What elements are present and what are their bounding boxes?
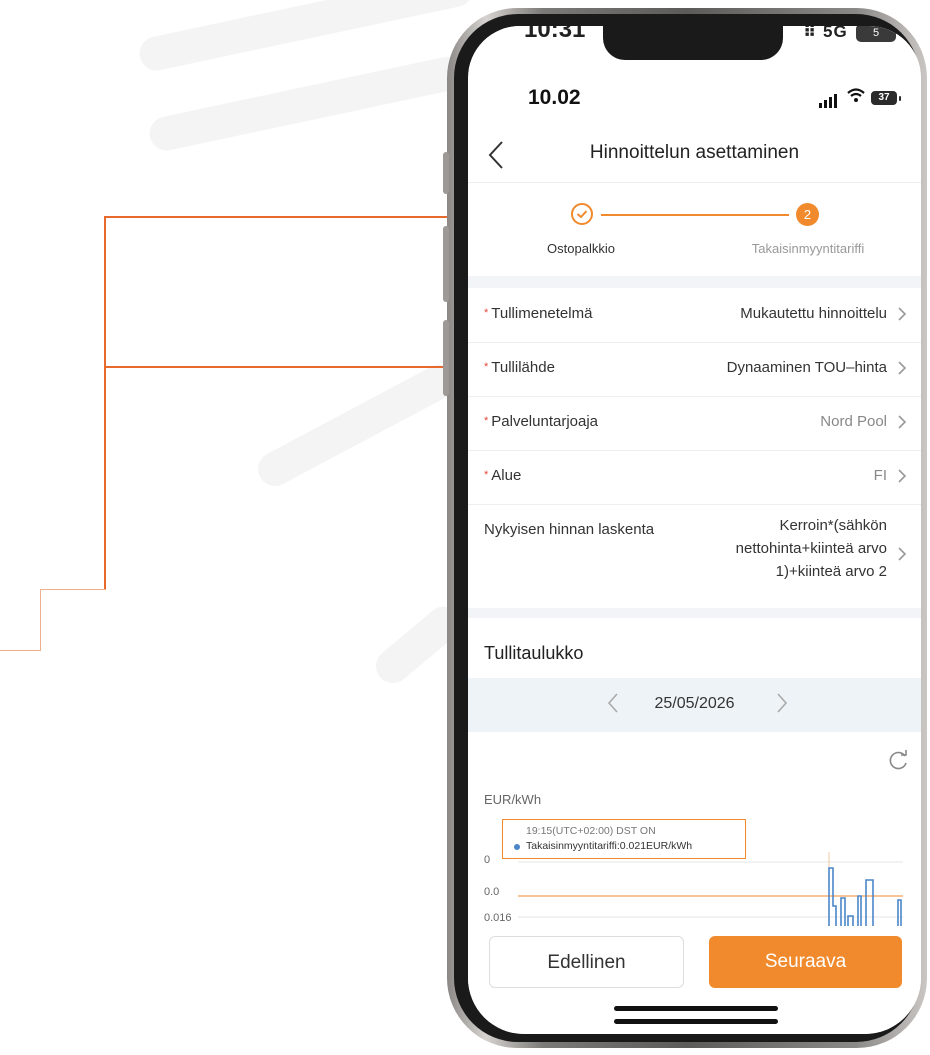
chevron-right-icon	[898, 469, 907, 483]
field-value: FI	[873, 467, 887, 484]
nav-bar: Hinnoittelun asettaminen	[468, 130, 921, 183]
field-row-tullimenetelma[interactable]: * Tullimenetelmä Mukautettu hinnoittelu	[468, 288, 921, 343]
section-title: Tullitaulukko	[484, 643, 584, 663]
field-value-line: Kerroin*(sähkön	[779, 517, 887, 534]
page-title: Hinnoittelun asettaminen	[589, 142, 800, 163]
phone-notch	[603, 26, 783, 60]
selected-date: 25/05/2026	[654, 695, 735, 712]
field-label-text: Palveluntarjoaja	[491, 413, 599, 430]
underlying-time: 10:31	[524, 26, 586, 43]
field-row-hinnan-laskenta[interactable]: Nykyisen hinnan laskenta Kerroin*(sähkön…	[468, 504, 921, 608]
y-tick-label: 0.016	[484, 912, 512, 924]
chevron-right-icon	[898, 547, 907, 561]
field-label: * Tullilähde	[484, 359, 555, 376]
field-row-palveluntarjoaja[interactable]: * Palveluntarjoaja Nord Pool	[468, 396, 921, 451]
field-value: Dynaaminen TOU–hinta	[726, 359, 887, 376]
battery-tip	[899, 96, 901, 101]
previous-button[interactable]: Edellinen	[489, 936, 684, 988]
home-indicator	[614, 1006, 778, 1011]
required-marker: *	[484, 307, 489, 319]
background-stroke	[146, 53, 467, 154]
chevron-right-icon	[898, 307, 907, 321]
y-tick-label: 0	[484, 854, 490, 866]
chevron-right-icon	[898, 361, 907, 375]
field-value-line: nettohinta+kiinteä arvo	[735, 540, 887, 557]
underlying-signal: ⠿ 5G	[803, 26, 848, 42]
bottom-bar: Edellinen Seuraava	[468, 926, 921, 1034]
signal-dots-icon: ⠿	[803, 26, 824, 41]
phone-side-button	[443, 152, 449, 194]
underlying-battery: 5	[856, 26, 896, 42]
field-label-text: Tullimenetelmä	[491, 305, 593, 322]
phone-side-button	[443, 320, 449, 396]
annotation-line	[0, 650, 41, 651]
status-time: 10.02	[528, 86, 581, 109]
refresh-icon[interactable]	[886, 748, 912, 774]
required-marker: *	[484, 415, 489, 427]
field-value: Kerroin*(sähkön nettohinta+kiinteä arvo …	[687, 514, 887, 583]
field-label: * Palveluntarjoaja	[484, 413, 598, 430]
step-2-badge: 2	[796, 203, 819, 226]
phone-screen: 10:31 ⠿ 5G 5 10.02 37 Hinnoittelun asett…	[468, 26, 921, 1034]
phone-side-button	[443, 226, 449, 302]
field-label: * Alue	[484, 467, 521, 484]
series-dot	[514, 844, 520, 850]
annotation-line	[40, 589, 106, 590]
y-tick-label: 0.0	[484, 886, 499, 898]
tooltip-value: Takaisinmyyntitariffi:0.021EUR/kWh	[526, 840, 693, 852]
battery-icon: 37	[871, 91, 897, 105]
step-2-label: Takaisinmyyntitariffi	[751, 241, 865, 256]
field-value: Nord Pool	[820, 413, 887, 430]
chevron-right-icon	[898, 415, 907, 429]
field-label: * Tullimenetelmä	[484, 305, 592, 322]
annotation-line	[104, 366, 468, 368]
field-value: Mukautettu hinnoittelu	[740, 305, 887, 322]
field-label-text: Tullilähde	[491, 359, 555, 376]
stepper: 2 Ostopalkkio Takaisinmyyntitariffi	[468, 184, 921, 276]
field-row-alue[interactable]: * Alue FI	[468, 450, 921, 505]
home-indicator	[614, 1019, 778, 1024]
date-next-button[interactable]	[774, 690, 790, 716]
background-stroke	[252, 358, 463, 493]
check-circle-icon	[571, 203, 593, 225]
tooltip-time: 19:15(UTC+02:00) DST ON	[526, 825, 656, 837]
annotation-line	[104, 216, 468, 218]
section-divider	[468, 608, 921, 618]
field-row-tullilahde[interactable]: * Tullilähde Dynaaminen TOU–hinta	[468, 342, 921, 397]
status-bar: 10.02 37	[468, 74, 921, 130]
required-marker: *	[484, 469, 489, 481]
signal-icon	[819, 94, 837, 108]
annotation-line	[104, 216, 106, 590]
field-label: Nykyisen hinnan laskenta	[484, 521, 655, 538]
chart-tooltip: 19:15(UTC+02:00) DST ON Takaisinmyyntita…	[502, 819, 746, 859]
date-navigator: 25/05/2026	[468, 678, 921, 732]
section-divider	[468, 276, 921, 288]
wifi-icon	[846, 87, 866, 108]
stepper-line	[601, 214, 789, 216]
next-button[interactable]: Seuraava	[709, 936, 902, 988]
step-1-label: Ostopalkkio	[547, 241, 615, 256]
required-marker: *	[484, 361, 489, 373]
chart-unit-label: EUR/kWh	[484, 792, 542, 807]
field-label-text: Alue	[491, 467, 522, 484]
field-value-line: 1)+kiinteä arvo 2	[775, 563, 887, 580]
annotation-line	[40, 589, 41, 651]
underlying-network: 5G	[823, 26, 848, 41]
